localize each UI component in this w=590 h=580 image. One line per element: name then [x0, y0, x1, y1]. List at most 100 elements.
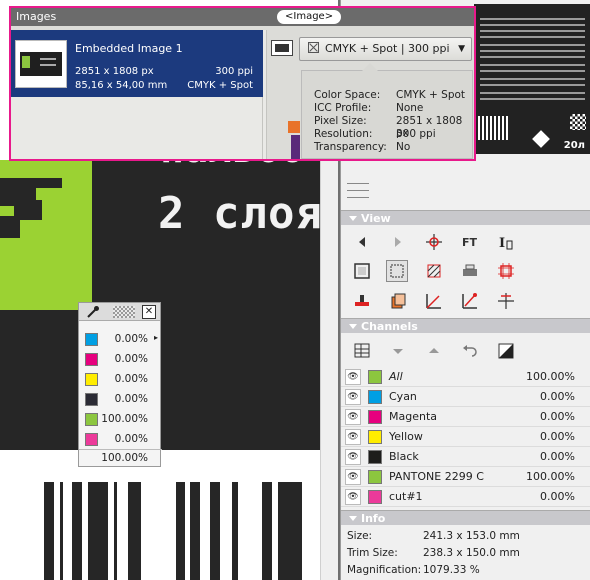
channel-row[interactable]: 👁 Black 0.00% — [341, 447, 590, 467]
channel-name: Yellow — [389, 430, 423, 443]
palette-title-bar[interactable]: ✕ — [79, 303, 160, 321]
channel-value: 100.00% — [526, 470, 575, 483]
detail-label: Pixel Size: — [314, 115, 367, 127]
prev-icon[interactable] — [351, 231, 373, 253]
app-window: пальоо 2 слоя 20л — [0, 0, 590, 580]
image-ppi: 300 ppi — [215, 66, 253, 77]
visibility-eye-icon[interactable]: 👁 — [345, 429, 361, 445]
crop-box-icon[interactable] — [386, 260, 408, 282]
channel-swatch — [368, 430, 382, 444]
visibility-eye-icon[interactable]: 👁 — [345, 449, 361, 465]
barcode-bar — [176, 482, 185, 580]
contrast-icon[interactable] — [495, 340, 517, 362]
separation-row: 0.00% ▸ — [79, 329, 162, 349]
table-icon[interactable] — [351, 340, 373, 362]
chevron-down-icon: ▼ — [458, 44, 465, 54]
detail-label: ICC Profile: — [314, 102, 372, 114]
document-preview[interactable]: 20л — [474, 4, 590, 154]
chevron-right-icon[interactable]: ▸ — [154, 333, 158, 342]
popup-title: Images — [16, 10, 57, 23]
channel-name: All — [389, 370, 403, 383]
info-section-header[interactable]: Info — [341, 510, 590, 525]
image-list-empty — [11, 97, 263, 159]
separation-value: 0.00% — [114, 353, 148, 365]
detail-value: No — [396, 141, 411, 153]
image-detail-row: Pixel Size: 2851 x 1808 px — [314, 115, 474, 139]
canvas-gutter — [320, 160, 338, 580]
channel-row[interactable]: 👁 Magenta 0.00% — [341, 407, 590, 427]
layers-icon[interactable] — [387, 290, 409, 312]
crosshair-icon[interactable] — [423, 231, 445, 253]
channel-row[interactable]: 👁 cut#1 0.00% — [341, 487, 590, 507]
printer-icon[interactable] — [459, 260, 481, 282]
detail-value: 300 ppi — [396, 128, 436, 140]
close-icon[interactable]: ✕ — [142, 305, 156, 319]
visibility-eye-icon[interactable]: 👁 — [345, 369, 361, 385]
barcode-bar — [278, 482, 302, 580]
detail-label: Resolution: — [314, 128, 373, 140]
image-preview-icon[interactable] — [271, 40, 293, 56]
barcode-bar — [88, 482, 108, 580]
channel-row[interactable]: 👁 Yellow 0.00% — [341, 427, 590, 447]
svg-text:I: I — [499, 236, 505, 251]
visibility-eye-icon[interactable]: 👁 — [345, 409, 361, 425]
info-row: Trim Size: 238.3 x 150.0 mm — [347, 547, 587, 559]
separation-swatch — [85, 433, 98, 446]
channel-value: 100.00% — [526, 370, 575, 383]
next-icon[interactable] — [387, 231, 409, 253]
visibility-eye-icon[interactable]: 👁 — [345, 389, 361, 405]
hatch-icon[interactable] — [423, 260, 445, 282]
image-thumbnail — [15, 40, 67, 88]
image-detail-row: Color Space: CMYK + Spot — [314, 89, 474, 101]
barcode-bar — [128, 482, 141, 580]
angle-red-icon[interactable] — [459, 290, 481, 312]
channel-value: 0.00% — [540, 390, 575, 403]
channel-name: cut#1 — [389, 490, 423, 503]
channel-name: Cyan — [389, 390, 417, 403]
angle-icon[interactable] — [423, 290, 445, 312]
barcode-bar — [72, 482, 82, 580]
colorspace-dropdown[interactable]: CMYK + Spot | 300 ppi ▼ — [299, 37, 472, 61]
channels-section-header[interactable]: Channels — [341, 318, 590, 333]
artwork-green-shape — [0, 160, 92, 310]
bleed-box-icon[interactable] — [495, 260, 517, 282]
barcode-bar — [262, 482, 272, 580]
channel-swatch — [368, 450, 382, 464]
canvas-peek — [288, 121, 300, 133]
images-popup[interactable]: Images <Image> Embedded Image 1 2851 x 1… — [9, 6, 476, 161]
info-label: Size: — [347, 530, 373, 542]
trim-box-icon[interactable] — [351, 260, 373, 282]
separation-row: 100.00% — [79, 409, 162, 429]
separation-row: 0.00% — [79, 429, 162, 449]
undo-icon[interactable] — [459, 340, 481, 362]
image-tag-badge: <Image> — [277, 10, 342, 24]
stamp-icon[interactable] — [351, 290, 373, 312]
channel-row[interactable]: 👁 All 100.00% — [341, 367, 590, 387]
text-frame-icon[interactable]: FT — [459, 231, 481, 253]
view-section-header[interactable]: View — [341, 210, 590, 225]
detail-label: Color Space: — [314, 89, 381, 101]
separation-row: 0.00% — [79, 369, 162, 389]
channel-row[interactable]: 👁 Cyan 0.00% — [341, 387, 590, 407]
separation-palette[interactable]: ✕ 0.00% ▸ 0.00% 0.00% 0.00% 100.00% 0.00% 100.… — [78, 302, 162, 467]
channel-swatch — [368, 370, 382, 384]
channel-swatch — [368, 390, 382, 404]
move-down-icon[interactable] — [387, 340, 409, 362]
separation-value: 0.00% — [114, 373, 148, 385]
image-dimensions-row: 2851 x 1808 px 300 ppi — [75, 66, 253, 77]
eyedropper-icon[interactable] — [86, 304, 100, 319]
registration-icon[interactable] — [495, 290, 517, 312]
popup-title-bar: Images <Image> — [11, 8, 474, 26]
grid-icon[interactable] — [113, 306, 135, 318]
info-value: 1079.33 % — [423, 564, 480, 576]
channel-name: Black — [389, 450, 419, 463]
image-list-item[interactable]: Embedded Image 1 2851 x 1808 px 300 ppi … — [11, 30, 263, 97]
channel-row[interactable]: 👁 PANTONE 2299 C 100.00% — [341, 467, 590, 487]
info-value: 238.3 x 150.0 mm — [423, 547, 520, 559]
move-up-icon[interactable] — [423, 340, 445, 362]
visibility-eye-icon[interactable]: 👁 — [345, 469, 361, 485]
preview-logo — [532, 130, 550, 148]
text-cursor-icon[interactable]: I — [495, 231, 517, 253]
visibility-eye-icon[interactable]: 👁 — [345, 489, 361, 505]
info-label: Magnification: — [347, 564, 422, 576]
